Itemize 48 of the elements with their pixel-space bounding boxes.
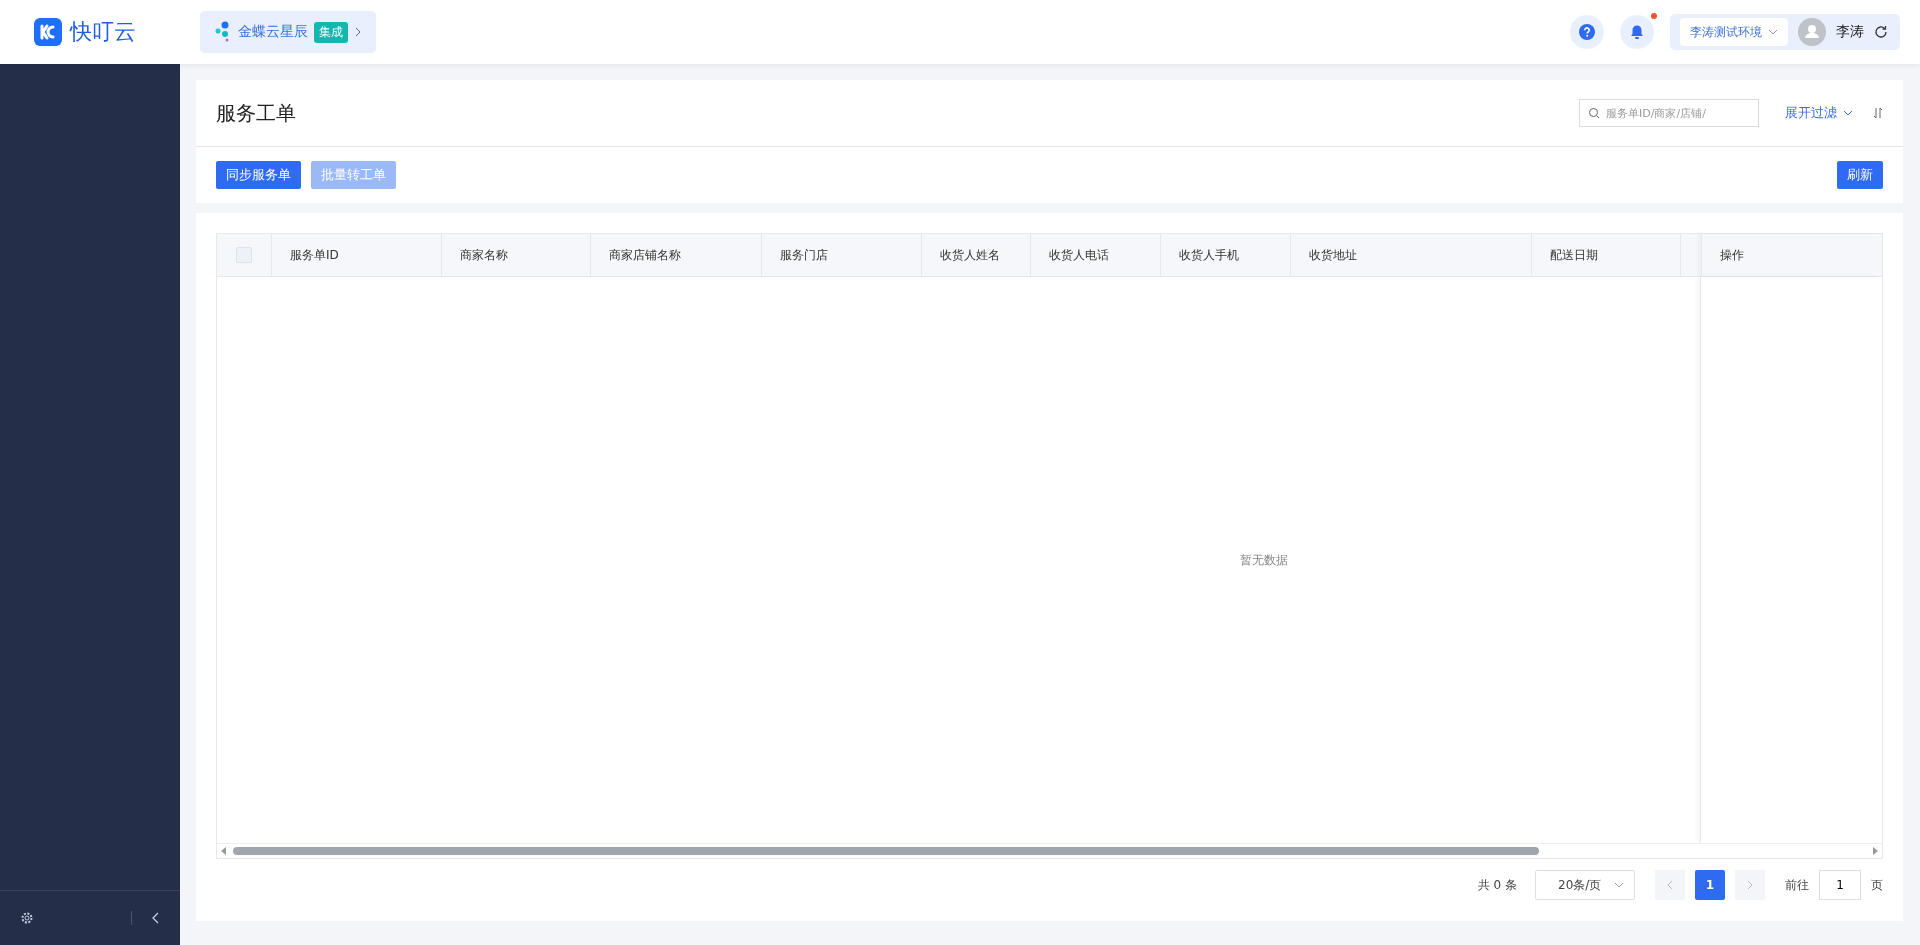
expand-filter-link[interactable]: 展开过滤 [1785,104,1853,122]
help-button[interactable] [1570,15,1604,49]
goto-label: 前往 [1785,876,1809,894]
scroll-left-icon[interactable] [221,847,227,855]
column-header: 服务门店 [780,246,828,264]
user-name: 李涛 [1836,23,1864,41]
integration-badge: 集成 [314,21,348,43]
column-header: 操作 [1720,246,1744,264]
column-header: 商家名称 [460,246,508,264]
column-header: 收货人姓名 [940,246,1000,264]
column-header: 服务单ID [290,246,339,264]
help-icon [1579,24,1595,40]
column-header: 收货人电话 [1049,246,1109,264]
notification-button[interactable] [1620,15,1654,49]
settings-icon[interactable] [20,911,34,925]
brand-name: 快叮云 [70,18,136,46]
environment-select[interactable]: 李涛测试环境 [1680,18,1788,46]
sort-icon[interactable] [1873,107,1883,119]
page-button[interactable]: 1 [1695,870,1725,900]
column-header: 收货人手机 [1179,246,1239,264]
chevron-down-icon [1768,29,1778,35]
refresh-icon[interactable] [1874,25,1888,39]
horizontal-scrollbar[interactable] [217,843,1882,858]
page-title: 服务工单 [216,99,297,127]
integration-button[interactable]: 金蝶云星辰 集成 [200,11,376,53]
collapse-icon[interactable] [152,912,160,924]
empty-message: 暂无数据 [1239,551,1288,569]
logo-icon [34,18,62,46]
column-header: 商家店铺名称 [609,246,681,264]
total-count: 共 0 条 [1477,876,1517,894]
select-all-checkbox[interactable] [236,247,252,263]
chevron-down-icon [1614,882,1624,888]
page-input[interactable]: 1 [1819,870,1861,900]
page-size-select[interactable]: 20条/页 [1535,870,1635,900]
chevron-right-icon [354,26,362,38]
search-field[interactable]: 服务单ID/商家/店铺/ [1579,99,1759,127]
page-suffix: 页 [1871,876,1883,894]
scroll-right-icon[interactable] [1872,847,1878,855]
column-header: 配送日期 [1550,246,1598,264]
chevron-left-icon [1667,880,1673,890]
toolbar-button[interactable]: 同步服务单 [216,161,301,189]
chevron-down-icon [1843,110,1853,116]
refresh-button[interactable]: 刷新 [1837,161,1883,189]
chevron-right-icon [1747,880,1753,890]
avatar-icon [1798,18,1826,46]
bell-icon [1629,24,1645,40]
column-header: 收货地址 [1309,246,1357,264]
search-icon [1588,107,1600,119]
